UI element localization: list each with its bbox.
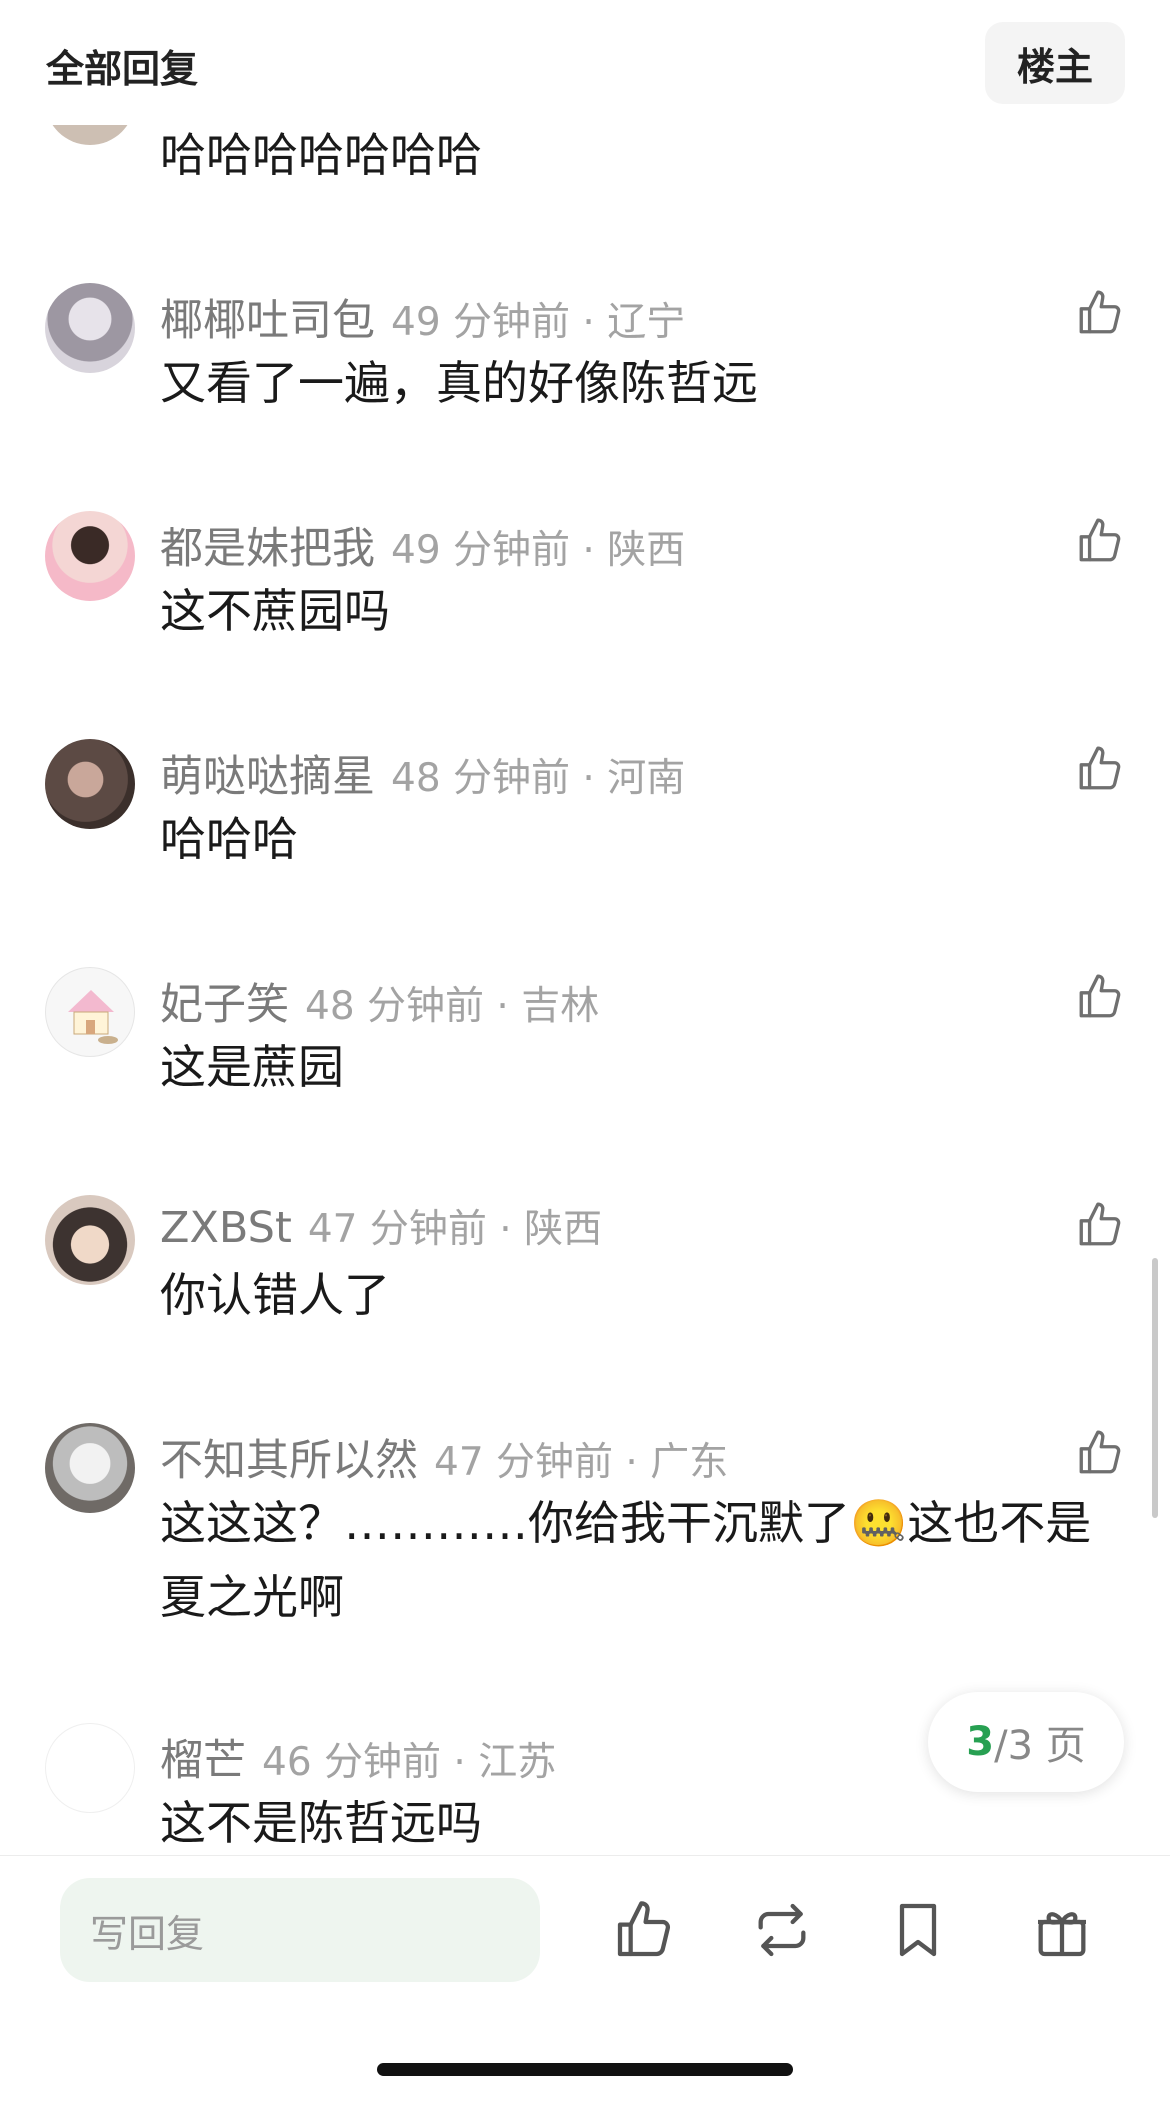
- avatar[interactable]: [45, 511, 135, 601]
- timestamp: 47 分钟前: [307, 1207, 487, 1252]
- location: 辽宁: [607, 300, 686, 345]
- current-page: 3: [966, 1719, 995, 1765]
- username[interactable]: 不知其所以然: [160, 1436, 418, 1486]
- separator: ·: [484, 984, 522, 1029]
- separator: ·: [570, 756, 608, 801]
- thumbs-up-icon[interactable]: [1075, 516, 1125, 566]
- separator: ·: [570, 300, 608, 345]
- comment-meta: 椰椰吐司包 49 分钟前 · 辽宁: [160, 286, 685, 348]
- thumbs-up-icon[interactable]: [1075, 1428, 1125, 1478]
- avatar[interactable]: [45, 283, 135, 373]
- bookmark-icon[interactable]: [886, 1898, 950, 1962]
- separator: ·: [613, 1440, 651, 1485]
- op-filter-button[interactable]: 楼主: [985, 22, 1125, 104]
- reply-input[interactable]: 写回复: [60, 1878, 540, 1982]
- avatar[interactable]: [45, 1195, 135, 1285]
- scrollbar[interactable]: [1152, 1258, 1158, 1518]
- comment-text: 这是蔗园: [160, 1040, 344, 1094]
- thumbs-up-icon[interactable]: [612, 1898, 676, 1962]
- total-pages: /3 页: [994, 1723, 1086, 1769]
- thumbs-up-icon[interactable]: [1075, 288, 1125, 338]
- username[interactable]: 妃子笑: [160, 980, 289, 1030]
- timestamp: 49 分钟前: [391, 300, 571, 345]
- timestamp: 46 分钟前: [262, 1740, 442, 1785]
- timestamp: 47 分钟前: [434, 1440, 614, 1485]
- page-indicator[interactable]: 3/3 页: [928, 1692, 1124, 1792]
- header: 全部回复 楼主: [0, 0, 1170, 125]
- location: 广东: [650, 1440, 729, 1485]
- comment-meta: 不知其所以然 47 分钟前 · 广东: [160, 1426, 728, 1488]
- location: 河南: [607, 756, 686, 801]
- page-title: 全部回复: [46, 47, 199, 91]
- comment-text: 又看了一遍，真的好像陈哲远: [160, 356, 758, 410]
- comment-text: 这这这？…………你给我干沉默了🤐这也不是夏之光啊: [160, 1486, 1120, 1634]
- separator: ·: [486, 1207, 525, 1252]
- zipper-mouth-face-icon: 🤐: [850, 1496, 908, 1550]
- timestamp: 48 分钟前: [391, 756, 571, 801]
- comment-text-part: 这这这？…………你给我干沉默了: [160, 1496, 850, 1550]
- comment-meta: 都是妹把我 49 分钟前 · 陕西: [160, 514, 685, 576]
- repost-icon[interactable]: [750, 1898, 814, 1962]
- comment-text: 这不是陈哲远吗: [160, 1796, 482, 1850]
- home-indicator[interactable]: [377, 2063, 793, 2076]
- comment-meta: 榴芒 46 分钟前 · 江苏: [160, 1726, 556, 1788]
- username[interactable]: 椰椰吐司包: [160, 296, 375, 346]
- thumbs-up-icon[interactable]: [1075, 744, 1125, 794]
- thumbs-up-icon[interactable]: [1075, 1200, 1125, 1250]
- username[interactable]: 都是妹把我: [160, 524, 375, 574]
- location: 陕西: [607, 528, 686, 573]
- comment-meta: 妃子笑 48 分钟前 · 吉林: [160, 970, 599, 1032]
- comment-text: 哈哈哈: [160, 812, 298, 866]
- thumbs-up-icon[interactable]: [1075, 972, 1125, 1022]
- separator: ·: [441, 1740, 479, 1785]
- timestamp: 49 分钟前: [391, 528, 571, 573]
- timestamp: 48 分钟前: [305, 984, 485, 1029]
- username[interactable]: ZXBSt: [160, 1203, 292, 1253]
- avatar[interactable]: [45, 967, 135, 1057]
- comment-text: 你认错人了: [160, 1268, 390, 1322]
- username[interactable]: 萌哒哒摘星: [160, 752, 375, 802]
- comment-meta: 萌哒哒摘星 48 分钟前 · 河南: [160, 742, 685, 804]
- avatar[interactable]: [45, 1723, 135, 1813]
- comment-text: 这不蔗园吗: [160, 584, 390, 638]
- separator: ·: [570, 528, 608, 573]
- gift-icon[interactable]: [1030, 1898, 1094, 1962]
- location: 陕西: [524, 1207, 603, 1252]
- avatar[interactable]: [45, 739, 135, 829]
- comment-meta: ZXBSt 47 分钟前 · 陕西: [160, 1198, 602, 1254]
- comment-list: 哈哈哈哈哈哈哈 椰椰吐司包 49 分钟前 · 辽宁 又看了一遍，真的好像陈哲远 都…: [0, 0, 1170, 1855]
- location: 江苏: [478, 1740, 557, 1785]
- username[interactable]: 榴芒: [160, 1736, 246, 1786]
- comment-text: 哈哈哈哈哈哈哈: [160, 128, 482, 182]
- house-icon: [68, 990, 118, 1044]
- location: 吉林: [521, 984, 600, 1029]
- avatar[interactable]: [45, 1423, 135, 1513]
